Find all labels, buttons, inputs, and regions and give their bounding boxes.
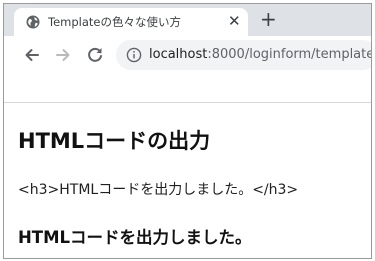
info-icon[interactable] <box>126 47 142 63</box>
tab-title: Templateの色々な使い方 <box>48 15 181 29</box>
url-host: localhost <box>149 47 208 62</box>
page-title: HTMLコードの出力 <box>18 129 211 153</box>
tab-strip: Templateの色々な使い方 ✕ + <box>4 4 371 36</box>
url-path: :8000/loginform/template/ <box>207 47 372 62</box>
back-arrow-icon[interactable] <box>22 45 42 65</box>
browser-toolbar: localhost:8000/loginform/template/ <box>4 36 371 74</box>
active-tab[interactable]: Templateの色々な使い方 ✕ <box>14 8 248 36</box>
new-tab-icon[interactable]: + <box>260 9 277 29</box>
url-text[interactable]: localhost:8000/loginform/template/ <box>149 47 372 62</box>
rendered-html-output: HTMLコードを出力しました。 <box>18 228 252 247</box>
close-tab-icon[interactable]: ✕ <box>228 12 241 30</box>
forward-arrow-icon[interactable] <box>53 45 73 65</box>
browser-window: Templateの色々な使い方 ✕ + localhost:8000/login… <box>3 3 372 259</box>
address-bar[interactable]: localhost:8000/loginform/template/ <box>116 40 372 70</box>
reload-icon[interactable] <box>85 45 105 65</box>
escaped-html-output: <h3>HTMLコードを出力しました。</h3> <box>18 182 299 198</box>
toolbar-divider <box>4 102 371 103</box>
globe-icon <box>26 15 40 29</box>
